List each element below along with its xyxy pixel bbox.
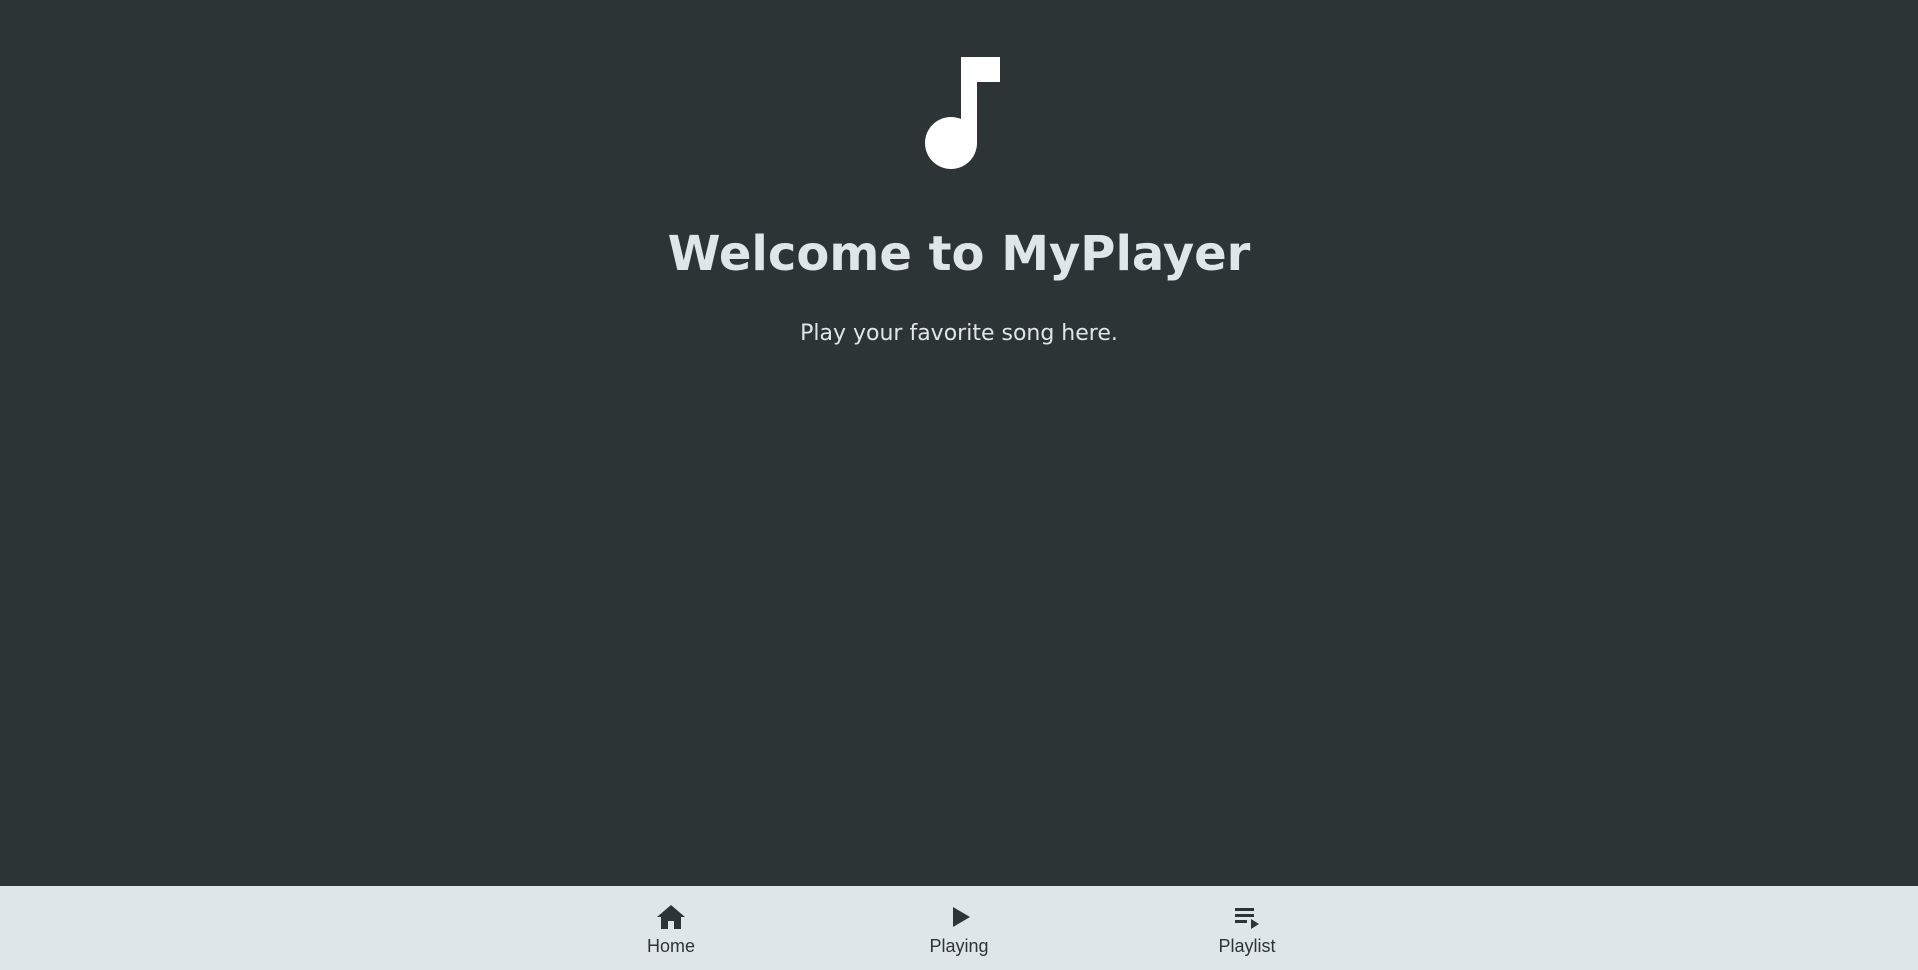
playlist-play-icon [1235,908,1259,929]
nav-item-playlist[interactable]: Playlist [1177,886,1317,970]
home-icon [657,905,685,929]
nav-item-label: Playing [929,936,989,956]
nav-item-label: Playlist [1218,936,1276,956]
bottom-navigation-bar: Home Playing Playlist [0,886,1918,970]
nav-item-home[interactable]: Home [601,886,741,970]
page-title: Welcome to MyPlayer [667,226,1251,282]
nav-item-label: Home [646,936,695,956]
music-note-icon [925,57,1000,169]
page-subtitle: Play your favorite song here. [800,321,1118,346]
nav-item-playing[interactable]: Playing [889,886,1029,970]
main-content: Welcome to MyPlayer Play your favorite s… [0,0,1918,886]
play-icon [953,907,970,927]
